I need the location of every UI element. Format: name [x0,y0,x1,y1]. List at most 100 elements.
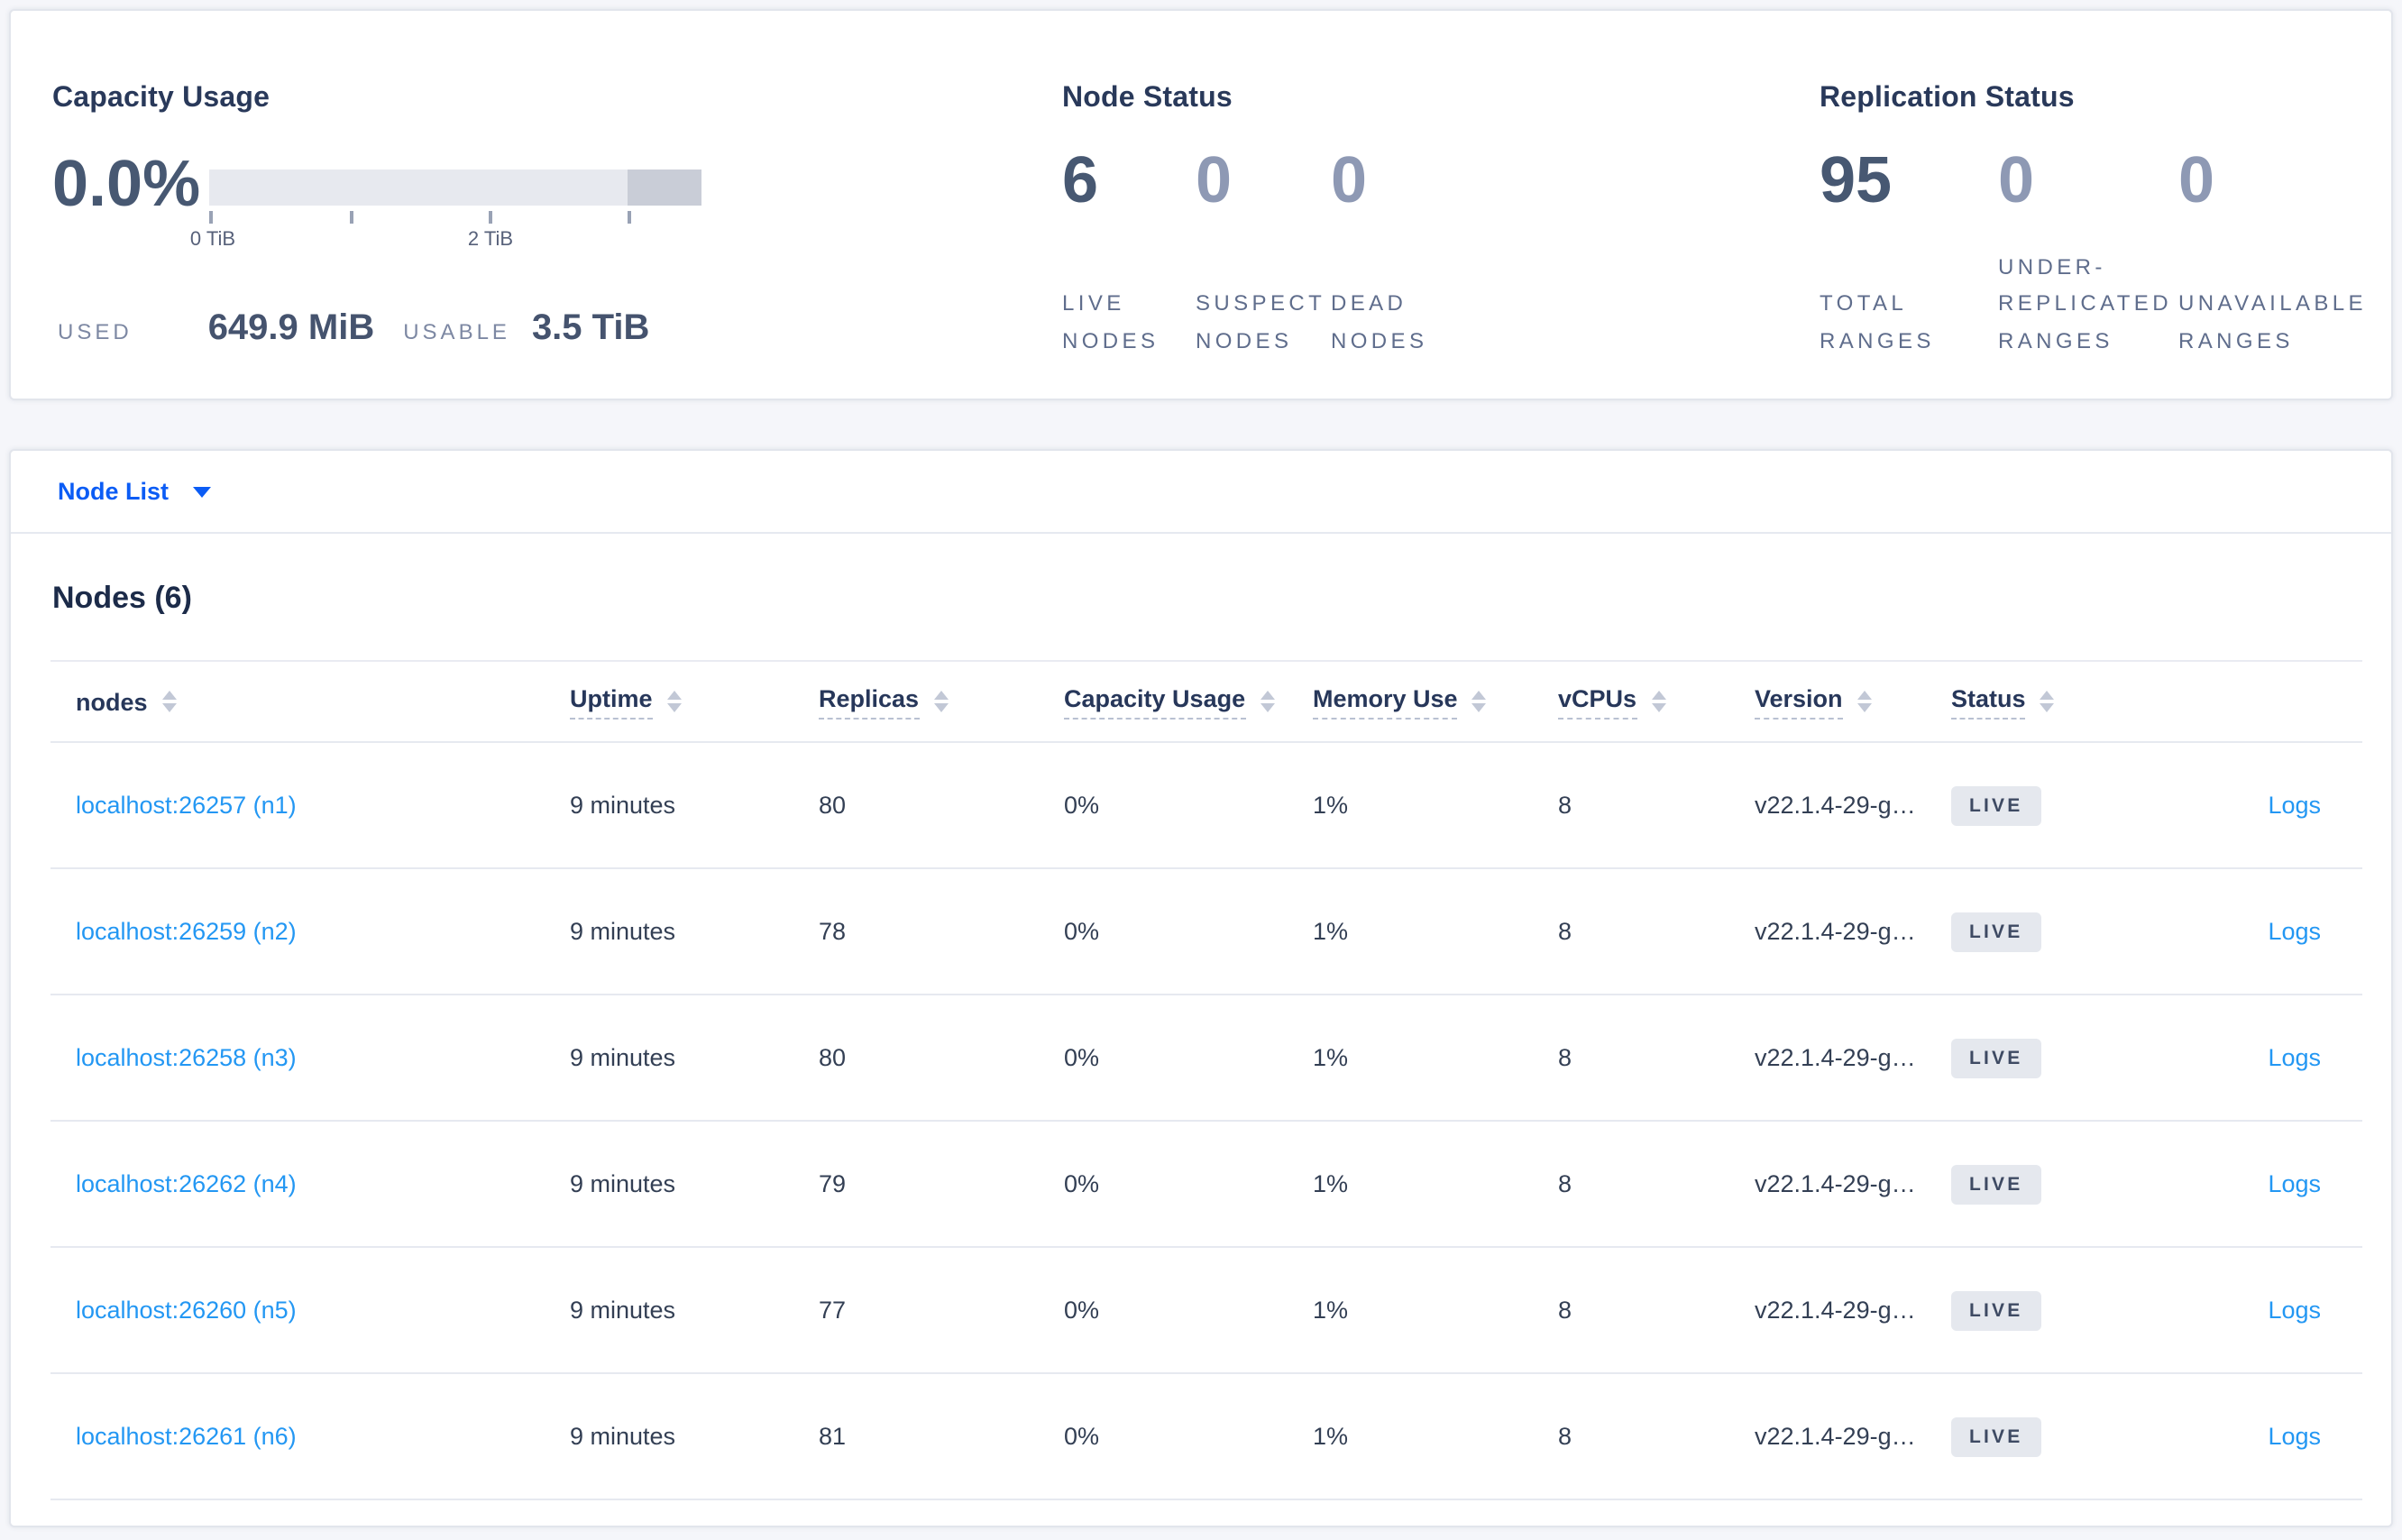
capacity-bar-dark-segment [628,170,701,206]
total-ranges-stat: 95 TOTAL RANGES [1820,142,1971,359]
replication-status-title: Replication Status [1820,83,2075,114]
vcpus-cell: 8 [1558,1170,1572,1197]
uptime-cell: 9 minutes [570,792,676,819]
vcpus-cell: 8 [1558,918,1572,945]
under-replicated-label: UNDER-REPLICATED RANGES [1998,253,2172,353]
view-switcher-dropdown[interactable]: Node List [11,451,2391,534]
column-header-replicas[interactable]: Replicas [819,684,1064,719]
dead-nodes-stat: 0 DEAD NODES [1331,142,1475,359]
total-ranges-label: TOTAL RANGES [1820,290,1935,353]
column-header-status[interactable]: Status [1951,684,2168,719]
node-link[interactable]: localhost:26259 (n2) [76,918,297,945]
capacity-cell: 0% [1064,1170,1100,1197]
logs-link[interactable]: Logs [2268,1044,2321,1071]
table-row: localhost:26259 (n2) 9 minutes 78 0% 1% … [50,869,2362,995]
memory-cell: 1% [1313,1044,1349,1071]
node-link[interactable]: localhost:26262 (n4) [76,1170,297,1197]
version-cell: v22.1.4-29-g… [1755,792,1916,819]
node-link[interactable]: localhost:26257 (n1) [76,792,297,819]
version-cell: v22.1.4-29-g… [1755,1044,1916,1071]
node-link[interactable]: localhost:26260 (n5) [76,1297,297,1324]
uptime-cell: 9 minutes [570,1297,676,1324]
column-header-nodes[interactable]: nodes [76,688,570,715]
capacity-cell: 0% [1064,792,1100,819]
logs-link[interactable]: Logs [2268,1297,2321,1324]
column-header-uptime[interactable]: Uptime [570,684,819,719]
sort-icon [1260,690,1275,713]
capacity-usage-bar [209,170,701,206]
table-row: localhost:26257 (n1) 9 minutes 80 0% 1% … [50,743,2362,869]
version-cell: v22.1.4-29-g… [1755,1423,1916,1450]
axis-tick [350,211,353,224]
under-replicated-ranges-stat: 0 UNDER-REPLICATED RANGES [1998,143,2184,359]
live-nodes-value: 6 [1062,142,1099,216]
column-header-vcpus[interactable]: vCPUs [1558,684,1755,719]
replicas-cell: 79 [819,1170,847,1197]
replicas-cell: 77 [819,1297,847,1324]
dead-nodes-label: DEAD NODES [1331,290,1428,353]
status-badge: LIVE [1951,912,2041,951]
capacity-percent: 0.0% [52,146,201,220]
axis-tick [628,211,630,224]
status-badge: LIVE [1951,1416,2041,1456]
node-list-panel: Node List Nodes (6) nodes Uptime Replica… [9,449,2393,1527]
version-cell: v22.1.4-29-g… [1755,918,1916,945]
table-row: localhost:26262 (n4) 9 minutes 79 0% 1% … [50,1122,2362,1248]
uptime-cell: 9 minutes [570,918,676,945]
sort-icon [933,690,949,713]
suspect-nodes-stat: 0 SUSPECT NODES [1196,143,1327,359]
logs-link[interactable]: Logs [2268,918,2321,945]
unavailable-label: UNAVAILABLE RANGES [2178,290,2367,353]
vcpus-cell: 8 [1558,792,1572,819]
vcpus-cell: 8 [1558,1423,1572,1450]
cluster-overview-page: Capacity Usage 0.0% 0 TiB 2 TiB USED 649… [0,0,2402,1540]
replicas-cell: 80 [819,792,847,819]
sort-icon [666,690,682,713]
capacity-cell: 0% [1064,1423,1100,1450]
status-badge: LIVE [1951,785,2041,825]
status-badge: LIVE [1951,1290,2041,1330]
table-row: localhost:26258 (n3) 9 minutes 80 0% 1% … [50,995,2362,1122]
memory-cell: 1% [1313,918,1349,945]
table-header-row: nodes Uptime Replicas Capacity Usage Mem… [50,662,2362,743]
logs-link[interactable]: Logs [2268,792,2321,819]
status-badge: LIVE [1951,1164,2041,1204]
replicas-cell: 80 [819,1044,847,1071]
usable-label: USABLE [403,319,510,344]
unavailable-ranges-stat: 0 UNAVAILABLE RANGES [2178,143,2380,359]
axis-tick [209,211,212,224]
table-row: localhost:26261 (n6) 9 minutes 81 0% 1% … [50,1374,2362,1500]
total-ranges-value: 95 [1820,142,1893,216]
capacity-cell: 0% [1064,1044,1100,1071]
replicas-cell: 78 [819,918,847,945]
status-badge: LIVE [1951,1038,2041,1077]
vcpus-cell: 8 [1558,1297,1572,1324]
summary-panel: Capacity Usage 0.0% 0 TiB 2 TiB USED 649… [9,9,2393,400]
uptime-cell: 9 minutes [570,1423,676,1450]
dead-nodes-value: 0 [1331,142,1368,216]
axis-tick-label: 0 TiB [189,229,236,251]
column-header-version[interactable]: Version [1755,684,1951,719]
uptime-cell: 9 minutes [570,1170,676,1197]
version-cell: v22.1.4-29-g… [1755,1170,1916,1197]
chevron-down-icon [192,486,211,497]
capacity-usage-title: Capacity Usage [52,83,270,114]
used-value: 649.9 MiB [207,308,375,348]
replicas-cell: 81 [819,1423,847,1450]
nodes-section-heading: Nodes (6) [52,581,192,615]
sort-icon [1651,690,1666,713]
logs-link[interactable]: Logs [2268,1170,2321,1197]
memory-cell: 1% [1313,1423,1349,1450]
sort-icon [1857,690,1872,713]
memory-cell: 1% [1313,792,1349,819]
sort-icon [161,690,177,713]
logs-link[interactable]: Logs [2268,1423,2321,1450]
node-link[interactable]: localhost:26258 (n3) [76,1044,297,1071]
suspect-nodes-label: SUSPECT NODES [1196,290,1325,353]
nodes-table: nodes Uptime Replicas Capacity Usage Mem… [50,660,2362,1500]
column-header-memory-use[interactable]: Memory Use [1313,684,1558,719]
node-link[interactable]: localhost:26261 (n6) [76,1423,297,1450]
used-label: USED [58,319,133,344]
sort-icon [2040,690,2055,713]
column-header-capacity-usage[interactable]: Capacity Usage [1064,684,1313,719]
